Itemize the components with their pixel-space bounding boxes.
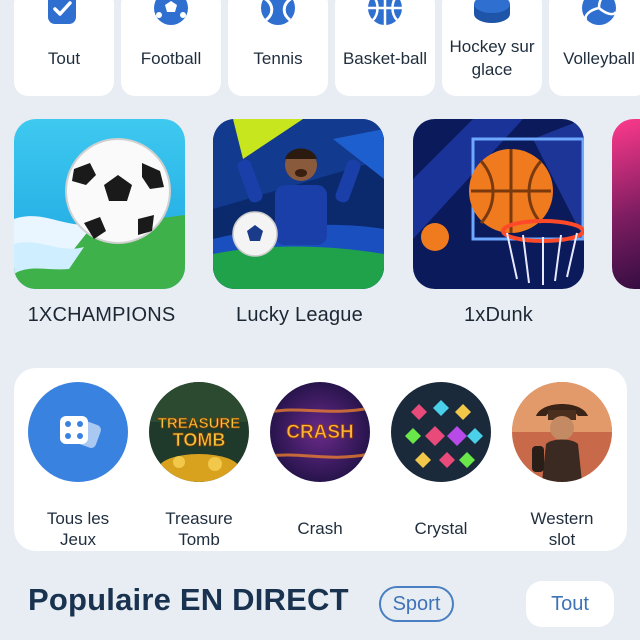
casino-thumb <box>28 382 128 482</box>
casino-item-treasure-tomb[interactable]: TREASURE TOMB Treasure Tomb <box>149 382 249 549</box>
basketball-hoop-art <box>413 119 584 289</box>
sport-tab-label: Volleyball <box>563 49 635 68</box>
crystal-gems-art <box>391 382 491 482</box>
sport-tab-all[interactable]: Tout <box>14 0 114 96</box>
casino-label: Western slot <box>497 508 627 550</box>
sport-tab-volleyball[interactable]: Volleyball <box>549 0 640 96</box>
game-title: Lucky League <box>236 304 363 326</box>
game-title: 1xDunk <box>463 304 533 326</box>
casino-item-crystal[interactable]: Crystal <box>391 382 491 538</box>
casino-label: Tous les Jeux <box>13 508 143 550</box>
see-all-button[interactable]: Tout <box>526 581 614 627</box>
sport-tab-label: Tout <box>47 49 81 68</box>
crash-art: CRASH <box>270 382 370 482</box>
casino-thumb <box>391 382 491 482</box>
casino-label: Treasure Tomb <box>134 508 264 550</box>
sport-tab-label: Tennis <box>253 49 303 68</box>
sport-tab-label: Basket-ball <box>342 49 428 68</box>
hockey-puck-icon <box>474 0 510 23</box>
casino-label-line1: Crystal <box>414 519 468 538</box>
svg-text:CRASH: CRASH <box>286 422 354 443</box>
sport-tab-label-line1: Hockey sur <box>449 37 535 56</box>
sport-tab-tennis[interactable]: Tennis <box>228 0 328 96</box>
tennis-icon <box>261 0 295 25</box>
basketball-icon <box>368 0 402 25</box>
game-title: 1XCHAMPIONS <box>27 304 176 326</box>
dice-icon <box>60 416 101 448</box>
game-card-lucky-league[interactable] <box>213 119 384 289</box>
casino-thumb: TREASURE TOMB <box>149 382 249 482</box>
casino-games-panel: Tous les Jeux TREASURE TOMB Treasure Tom… <box>14 368 627 551</box>
svg-text:TOMB: TOMB <box>173 430 226 450</box>
sport-tab-label-line2: glace <box>471 60 513 79</box>
sport-tab-basketball[interactable]: Basket-ball <box>335 0 435 96</box>
football-player-art <box>213 119 384 289</box>
casino-label-line1: Treasure <box>165 509 233 528</box>
casino-label-line2: Jeux <box>60 530 96 549</box>
casino-label: Crystal <box>376 518 506 539</box>
casino-item-western-slot[interactable]: Western slot <box>512 382 612 549</box>
casino-label-line2: Tomb <box>178 530 220 549</box>
all-icon <box>48 0 76 24</box>
sport-tab-label: Football <box>140 49 202 68</box>
game-card-1xdunk[interactable] <box>413 119 584 289</box>
soccer-ball-art <box>14 119 185 289</box>
game-card-next-peek[interactable] <box>612 119 640 289</box>
casino-item-all-games[interactable]: Tous les Jeux <box>28 382 128 549</box>
sport-tab-football[interactable]: Football <box>121 0 221 96</box>
sport-filter-chip[interactable]: Sport <box>379 586 454 622</box>
section-title: Populaire EN DIRECT <box>28 582 349 617</box>
cowboy-art <box>512 382 612 482</box>
game-card-1xchampions[interactable] <box>14 119 185 289</box>
casino-label-line1: Crash <box>297 519 343 538</box>
casino-label-line2: slot <box>548 530 576 549</box>
casino-thumb: CRASH <box>270 382 370 482</box>
casino-item-crash[interactable]: CRASH Crash <box>270 382 370 538</box>
volleyball-icon <box>582 0 617 25</box>
football-icon <box>154 0 188 25</box>
treasure-tomb-art: TREASURE TOMB <box>149 382 249 482</box>
casino-label-line1: Western <box>530 509 594 528</box>
casino-label: Crash <box>255 518 385 539</box>
casino-thumb <box>512 382 612 482</box>
sports-category-row: Tout Football Tennis Basket-ball Hockey … <box>0 0 640 100</box>
casino-label-line1: Tous les <box>46 509 110 528</box>
sport-tab-ice-hockey[interactable]: Hockey sur glace <box>442 0 542 96</box>
